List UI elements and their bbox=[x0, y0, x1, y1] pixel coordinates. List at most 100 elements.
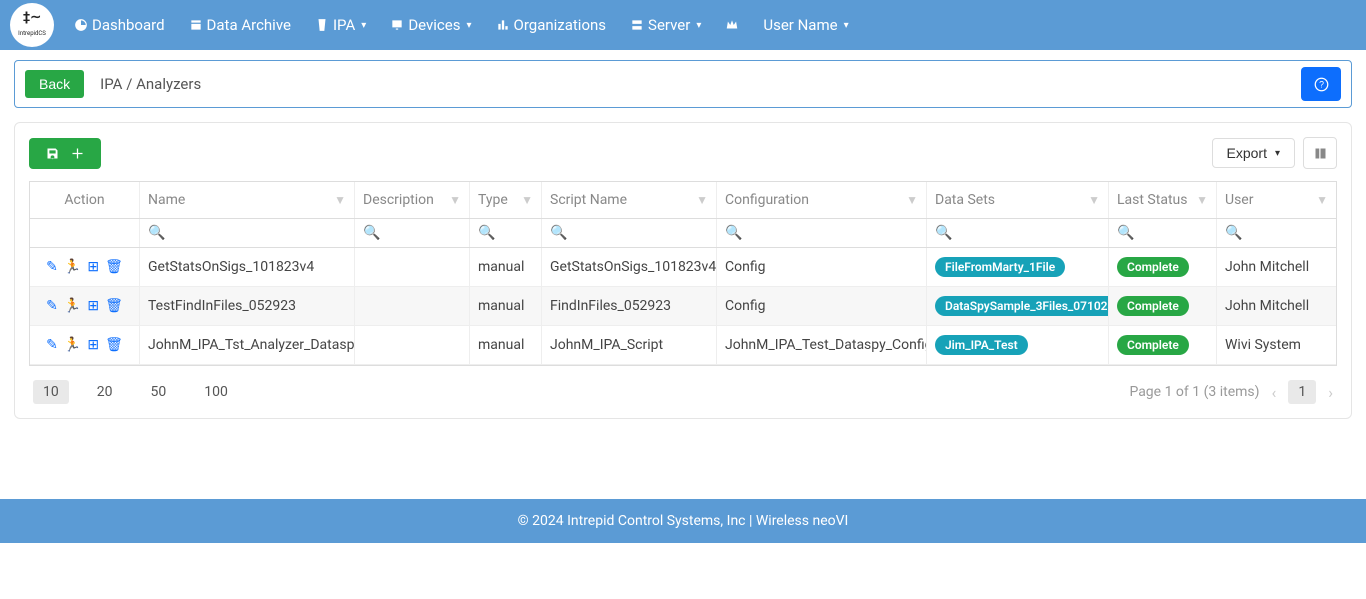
pager-next[interactable]: › bbox=[1328, 383, 1333, 402]
page-size-option[interactable]: 10 bbox=[33, 380, 69, 404]
pager-prev[interactable]: ‹ bbox=[1272, 383, 1277, 402]
page-size-selector: 10 20 50 100 bbox=[33, 380, 238, 404]
cell-user: Wivi System bbox=[1217, 326, 1336, 364]
cell-name: TestFindInFiles_052923 bbox=[140, 287, 355, 325]
nav-label: Organizations bbox=[514, 16, 607, 34]
caret-down-icon: ▾ bbox=[466, 20, 471, 31]
search-icon[interactable]: 🔍 bbox=[1225, 225, 1242, 241]
dataset-pill[interactable]: FileFromMarty_1File bbox=[935, 257, 1065, 277]
search-icon[interactable]: 🔍 bbox=[478, 225, 495, 241]
search-icon[interactable]: 🔍 bbox=[363, 225, 380, 241]
column-chooser-button[interactable] bbox=[1303, 137, 1337, 169]
edit-icon[interactable]: ✎ bbox=[46, 259, 58, 275]
save-icon bbox=[45, 146, 60, 161]
filter-cell[interactable]: 🔍 bbox=[1109, 219, 1217, 247]
col-header-action[interactable]: Action bbox=[30, 182, 140, 218]
caret-down-icon: ▾ bbox=[1275, 148, 1280, 159]
pager-current-page[interactable]: 1 bbox=[1288, 380, 1316, 404]
grid-icon[interactable]: ⊞ bbox=[87, 337, 99, 353]
cell-description bbox=[355, 248, 470, 286]
delete-icon[interactable]: 🗑 bbox=[105, 298, 123, 314]
export-label: Export bbox=[1227, 145, 1267, 161]
search-icon[interactable]: 🔍 bbox=[1117, 225, 1134, 241]
filter-cell[interactable]: 🔍 bbox=[355, 219, 470, 247]
cell-laststatus: Complete bbox=[1109, 248, 1217, 286]
export-button[interactable]: Export ▾ bbox=[1212, 138, 1296, 168]
filter-cell[interactable]: 🔍 bbox=[542, 219, 717, 247]
search-icon[interactable]: 🔍 bbox=[935, 225, 952, 241]
grid-icon[interactable]: ⊞ bbox=[87, 298, 99, 314]
svg-text:IntrepidCS: IntrepidCS bbox=[18, 30, 46, 37]
top-navbar: ‡∼IntrepidCS Dashboard Data Archive IPA▾… bbox=[0, 0, 1366, 50]
nav-username[interactable]: User Name▾ bbox=[763, 16, 848, 34]
nav-devices[interactable]: Devices ▾ bbox=[390, 16, 471, 34]
col-header-datasets[interactable]: Data Sets▼ bbox=[927, 182, 1109, 218]
col-header-configuration[interactable]: Configuration▼ bbox=[717, 182, 927, 218]
nav-ipa[interactable]: IPA▾ bbox=[315, 16, 366, 34]
cell-configuration: Config bbox=[717, 287, 927, 325]
col-header-name[interactable]: Name▼ bbox=[140, 182, 355, 218]
col-header-description[interactable]: Description▼ bbox=[355, 182, 470, 218]
status-pill: Complete bbox=[1117, 257, 1189, 277]
filter-cell[interactable]: 🔍 bbox=[927, 219, 1109, 247]
filter-cell[interactable]: 🔍 bbox=[140, 219, 355, 247]
filter-cell bbox=[30, 219, 140, 247]
edit-icon[interactable]: ✎ bbox=[46, 298, 58, 314]
breadcrumb-item[interactable]: IPA bbox=[100, 75, 122, 93]
filter-icon[interactable]: ▼ bbox=[1316, 193, 1328, 207]
filter-cell[interactable]: 🔍 bbox=[717, 219, 927, 247]
page-size-option[interactable]: 20 bbox=[87, 380, 123, 404]
col-header-laststatus[interactable]: Last Status▼ bbox=[1109, 182, 1217, 218]
grid-icon[interactable]: ⊞ bbox=[87, 259, 99, 275]
nav-label: IPA bbox=[333, 16, 355, 34]
cell-configuration: JohnM_IPA_Test_Dataspy_Config bbox=[717, 326, 927, 364]
analyzers-card: Export ▾ Action Name▼ Description▼ Type▼… bbox=[14, 122, 1352, 419]
nav-label: Devices bbox=[408, 16, 460, 34]
col-header-scriptname[interactable]: Script Name▼ bbox=[542, 182, 717, 218]
search-icon[interactable]: 🔍 bbox=[148, 225, 165, 241]
page-size-option[interactable]: 100 bbox=[194, 380, 238, 404]
breadcrumb: IPA / Analyzers bbox=[100, 75, 201, 93]
filter-icon[interactable]: ▼ bbox=[906, 193, 918, 207]
search-icon[interactable]: 🔍 bbox=[550, 225, 567, 241]
filter-icon[interactable]: ▼ bbox=[1088, 193, 1100, 207]
search-icon[interactable]: 🔍 bbox=[725, 225, 742, 241]
run-icon[interactable]: 🏃 bbox=[64, 298, 81, 314]
delete-icon[interactable]: 🗑 bbox=[105, 337, 123, 353]
status-pill: Complete bbox=[1117, 296, 1189, 316]
run-icon[interactable]: 🏃 bbox=[64, 337, 81, 353]
brand-logo[interactable]: ‡∼IntrepidCS bbox=[10, 3, 54, 47]
filter-icon[interactable]: ▼ bbox=[521, 193, 533, 207]
filter-cell[interactable]: 🔍 bbox=[470, 219, 542, 247]
nav-crown[interactable] bbox=[725, 18, 739, 32]
page-footer: © 2024 Intrepid Control Systems, Inc | W… bbox=[0, 499, 1366, 543]
caret-down-icon: ▾ bbox=[696, 20, 701, 31]
delete-icon[interactable]: 🗑 bbox=[105, 259, 123, 275]
save-add-button[interactable] bbox=[29, 138, 101, 169]
cell-action: ✎ 🏃 ⊞ 🗑 bbox=[30, 248, 140, 286]
breadcrumb-item[interactable]: Analyzers bbox=[136, 75, 201, 93]
help-button[interactable]: ? bbox=[1301, 67, 1341, 101]
filter-icon[interactable]: ▼ bbox=[1196, 193, 1208, 207]
nav-server[interactable]: Server▾ bbox=[630, 16, 701, 34]
filter-icon[interactable]: ▼ bbox=[449, 193, 461, 207]
filter-icon[interactable]: ▼ bbox=[334, 193, 346, 207]
page-size-option[interactable]: 50 bbox=[141, 380, 177, 404]
back-button[interactable]: Back bbox=[25, 70, 84, 98]
dataset-pill[interactable]: DataSpySample_3Files_071023 bbox=[935, 296, 1109, 316]
nav-organizations[interactable]: Organizations bbox=[496, 16, 607, 34]
cell-scriptname: GetStatsOnSigs_101823v4 bbox=[542, 248, 717, 286]
run-icon[interactable]: 🏃 bbox=[64, 259, 81, 275]
cell-type: manual bbox=[470, 248, 542, 286]
dataset-pill[interactable]: Jim_IPA_Test bbox=[935, 335, 1028, 355]
col-header-user[interactable]: User▼ bbox=[1217, 182, 1336, 218]
cell-datasets: FileFromMarty_1File bbox=[927, 248, 1109, 286]
edit-icon[interactable]: ✎ bbox=[46, 337, 58, 353]
analyzers-grid: Action Name▼ Description▼ Type▼ Script N… bbox=[29, 181, 1337, 366]
col-header-type[interactable]: Type▼ bbox=[470, 182, 542, 218]
nav-data-archive[interactable]: Data Archive bbox=[189, 16, 291, 34]
filter-icon[interactable]: ▼ bbox=[696, 193, 708, 207]
filter-cell[interactable]: 🔍 bbox=[1217, 219, 1336, 247]
nav-dashboard[interactable]: Dashboard bbox=[74, 16, 165, 34]
cell-description bbox=[355, 287, 470, 325]
